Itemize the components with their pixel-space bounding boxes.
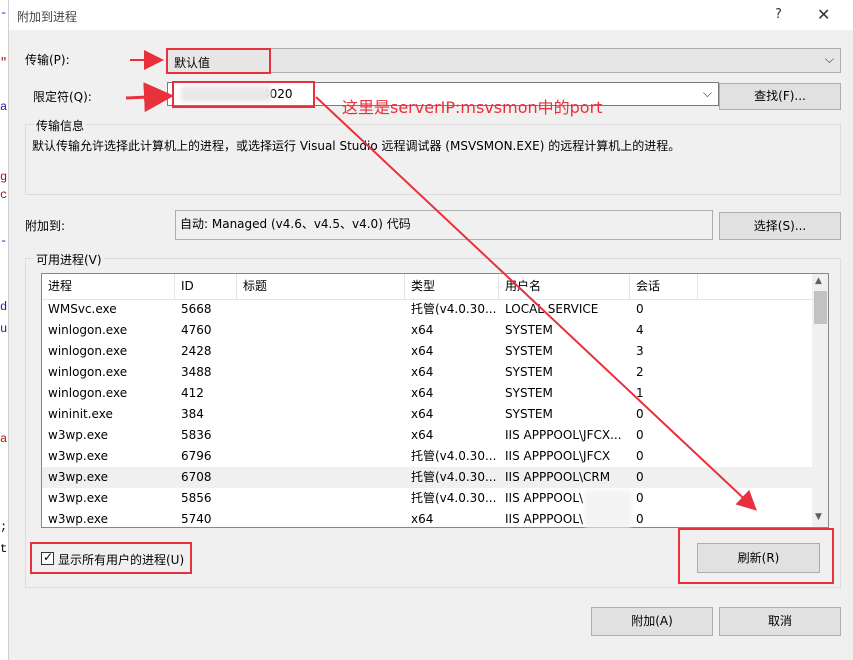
arrow-to-refresh <box>315 96 757 511</box>
annotation-arrows <box>125 50 757 511</box>
arrow-to-qualifier <box>125 82 174 113</box>
